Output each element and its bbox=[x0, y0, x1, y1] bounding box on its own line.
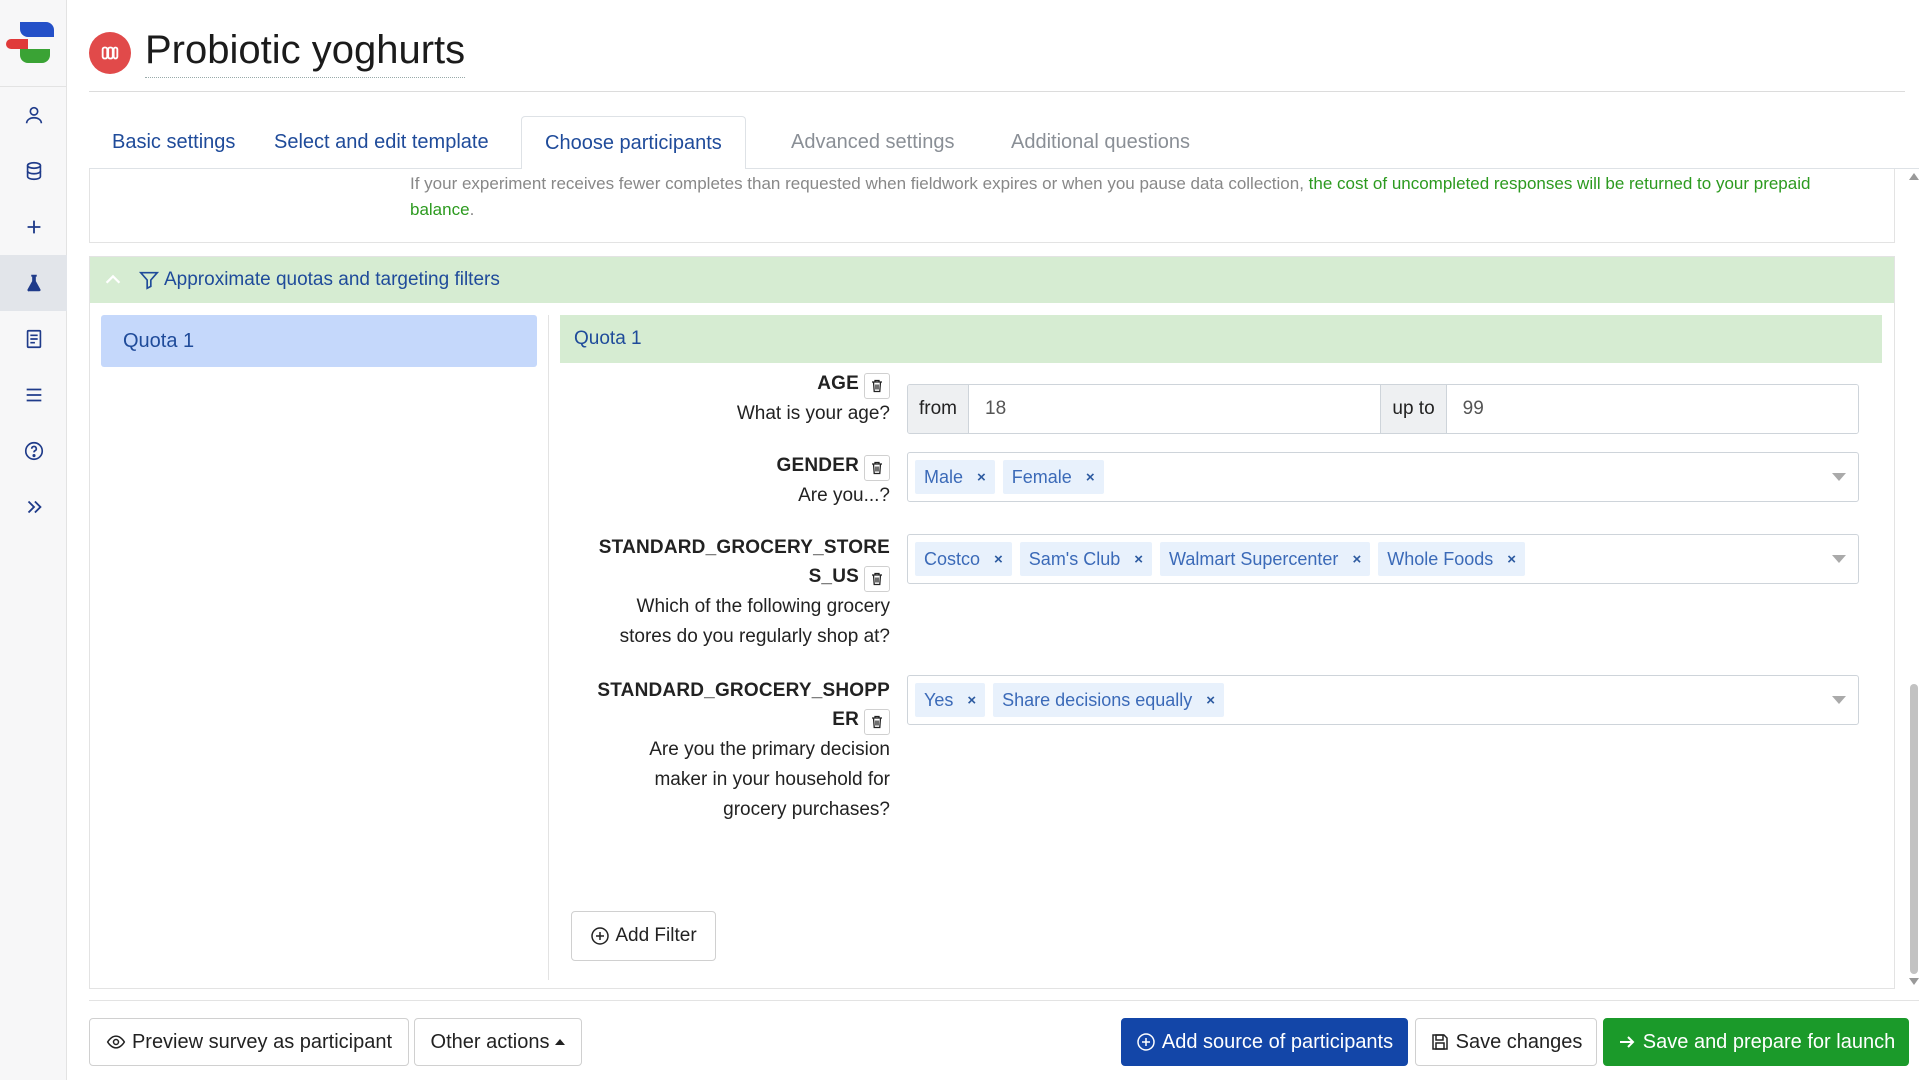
page-title[interactable]: Probiotic yoghurts bbox=[145, 28, 466, 78]
gender-filter-label: GENDER Are you...? bbox=[560, 451, 890, 511]
chip-sams-club: Sam's Club × bbox=[1019, 542, 1153, 576]
stores-multiselect[interactable]: Costco × Sam's Club × Walmart Supercenter ×… bbox=[907, 534, 1859, 584]
chevron-down-icon[interactable] bbox=[1832, 696, 1846, 704]
tab-content: If your experiment receives fewer comple… bbox=[89, 169, 1895, 989]
save-icon bbox=[1431, 1034, 1448, 1050]
app-logo[interactable] bbox=[6, 18, 56, 64]
flask-icon[interactable] bbox=[0, 255, 67, 311]
chip-remove-icon[interactable]: × bbox=[1507, 551, 1516, 568]
quota-panel-header[interactable]: Approximate quotas and targeting filters bbox=[90, 257, 1894, 303]
quota-list-item[interactable]: Quota 1 bbox=[101, 315, 537, 367]
chip-yes: Yes × bbox=[915, 683, 986, 717]
chip-remove-icon[interactable]: × bbox=[994, 551, 1003, 568]
refund-info-text: If your experiment receives fewer comple… bbox=[410, 174, 1811, 219]
age-to-input[interactable] bbox=[1445, 385, 1858, 433]
quota-panel: Approximate quotas and targeting filters… bbox=[89, 256, 1895, 989]
chip-remove-icon[interactable]: × bbox=[967, 692, 976, 709]
chip-whole-foods: Whole Foods × bbox=[1378, 542, 1526, 576]
age-range-input: from up to bbox=[907, 384, 1859, 434]
content-scrollbar[interactable] bbox=[1908, 169, 1920, 989]
chip-remove-icon[interactable]: × bbox=[1086, 469, 1095, 486]
trash-icon[interactable] bbox=[864, 709, 890, 735]
plus-circle-icon bbox=[1137, 1033, 1155, 1051]
book-icon[interactable] bbox=[0, 311, 67, 367]
filter-question: Which of the following grocery bbox=[636, 596, 890, 617]
filter-question: Are you the primary decision bbox=[649, 739, 890, 760]
preview-survey-button[interactable]: Preview survey as participant bbox=[89, 1018, 409, 1066]
chip-costco: Costco × bbox=[915, 542, 1012, 576]
chip-share-decisions-equally: Share decisions equally × bbox=[993, 683, 1225, 717]
filter-name: AGE bbox=[817, 373, 859, 394]
trash-icon[interactable] bbox=[864, 373, 890, 399]
filter-name: GENDER bbox=[776, 455, 859, 476]
gender-multiselect[interactable]: Male × Female × bbox=[907, 452, 1859, 502]
trash-icon[interactable] bbox=[864, 455, 890, 481]
sidebar bbox=[0, 0, 67, 1080]
menu-icon[interactable] bbox=[0, 367, 67, 423]
age-from-input[interactable] bbox=[968, 385, 1382, 433]
tab-basic-settings[interactable]: Basic settings bbox=[89, 116, 258, 169]
filter-name: STANDARD_GROCERY_SHOPP bbox=[597, 680, 890, 701]
other-actions-button[interactable]: Other actions bbox=[414, 1018, 582, 1066]
shopper-multiselect[interactable]: Yes × Share decisions equally × bbox=[907, 675, 1859, 725]
scroll-thumb[interactable] bbox=[1910, 684, 1918, 974]
eye-icon bbox=[106, 1035, 126, 1049]
tab-select-edit-template[interactable]: Select and edit template bbox=[251, 116, 512, 169]
chevron-up-icon[interactable] bbox=[102, 269, 124, 291]
chip-walmart-supercenter: Walmart Supercenter × bbox=[1160, 542, 1371, 576]
main-area: Probiotic yoghurts Basic settings Select… bbox=[67, 0, 1920, 1080]
user-icon[interactable] bbox=[0, 87, 67, 143]
filter-question-cont: stores do you regularly shop at? bbox=[619, 626, 890, 647]
title-area: Probiotic yoghurts bbox=[89, 28, 466, 78]
chip-remove-icon[interactable]: × bbox=[1206, 692, 1215, 709]
quota-panel-title: Approximate quotas and targeting filters bbox=[164, 269, 500, 290]
tab-bar: Basic settings Select and edit template … bbox=[89, 116, 1919, 170]
filter-question: What is your age? bbox=[736, 403, 890, 424]
plus-icon[interactable] bbox=[0, 199, 67, 255]
info-box: If your experiment receives fewer comple… bbox=[89, 169, 1895, 243]
filter-name-cont: ER bbox=[832, 709, 859, 730]
arrow-right-icon bbox=[1619, 1036, 1635, 1048]
trash-icon[interactable] bbox=[864, 566, 890, 592]
add-source-button[interactable]: Add source of participants bbox=[1121, 1018, 1408, 1066]
help-icon[interactable] bbox=[0, 423, 67, 479]
age-to-label: up to bbox=[1381, 385, 1446, 433]
database-icon[interactable] bbox=[0, 143, 67, 199]
filter-question: Are you...? bbox=[798, 485, 890, 506]
chip-remove-icon[interactable]: × bbox=[1352, 551, 1361, 568]
age-from-label: from bbox=[908, 385, 968, 433]
experiment-badge-icon bbox=[89, 32, 131, 74]
filter-name-cont: S_US bbox=[808, 566, 859, 587]
chip-male: Male × bbox=[915, 460, 995, 494]
shopper-filter-label: STANDARD_GROCERY_SHOPP ER Are you the pr… bbox=[560, 676, 890, 825]
chip-remove-icon[interactable]: × bbox=[977, 469, 986, 486]
chip-female: Female × bbox=[1002, 460, 1104, 494]
age-filter-label: AGE What is your age? bbox=[560, 369, 890, 429]
filter-question-cont: grocery purchases? bbox=[723, 799, 890, 820]
stores-filter-label: STANDARD_GROCERY_STORE S_US Which of the… bbox=[560, 533, 890, 652]
scroll-up-arrow-icon[interactable] bbox=[1909, 173, 1919, 180]
add-filter-button[interactable]: Add Filter bbox=[571, 911, 716, 961]
chevron-down-icon[interactable] bbox=[1832, 473, 1846, 481]
chevron-down-icon[interactable] bbox=[1832, 555, 1846, 563]
filter-icon bbox=[138, 271, 160, 290]
save-changes-button[interactable]: Save changes bbox=[1415, 1018, 1597, 1066]
tab-choose-participants[interactable]: Choose participants bbox=[521, 116, 746, 170]
tab-additional-questions[interactable]: Additional questions bbox=[988, 116, 1213, 169]
quota-detail-title: Quota 1 bbox=[560, 315, 1882, 363]
double-chevron-right-icon[interactable] bbox=[0, 479, 67, 535]
tab-advanced-settings[interactable]: Advanced settings bbox=[768, 116, 977, 169]
filter-name: STANDARD_GROCERY_STORE bbox=[598, 537, 890, 558]
save-and-launch-button[interactable]: Save and prepare for launch bbox=[1603, 1018, 1909, 1066]
plus-circle-icon bbox=[591, 927, 610, 945]
scroll-down-arrow-icon[interactable] bbox=[1909, 978, 1919, 985]
caret-up-icon bbox=[555, 1039, 566, 1045]
chip-remove-icon[interactable]: × bbox=[1134, 551, 1143, 568]
filter-question-cont: maker in your household for bbox=[654, 769, 890, 790]
